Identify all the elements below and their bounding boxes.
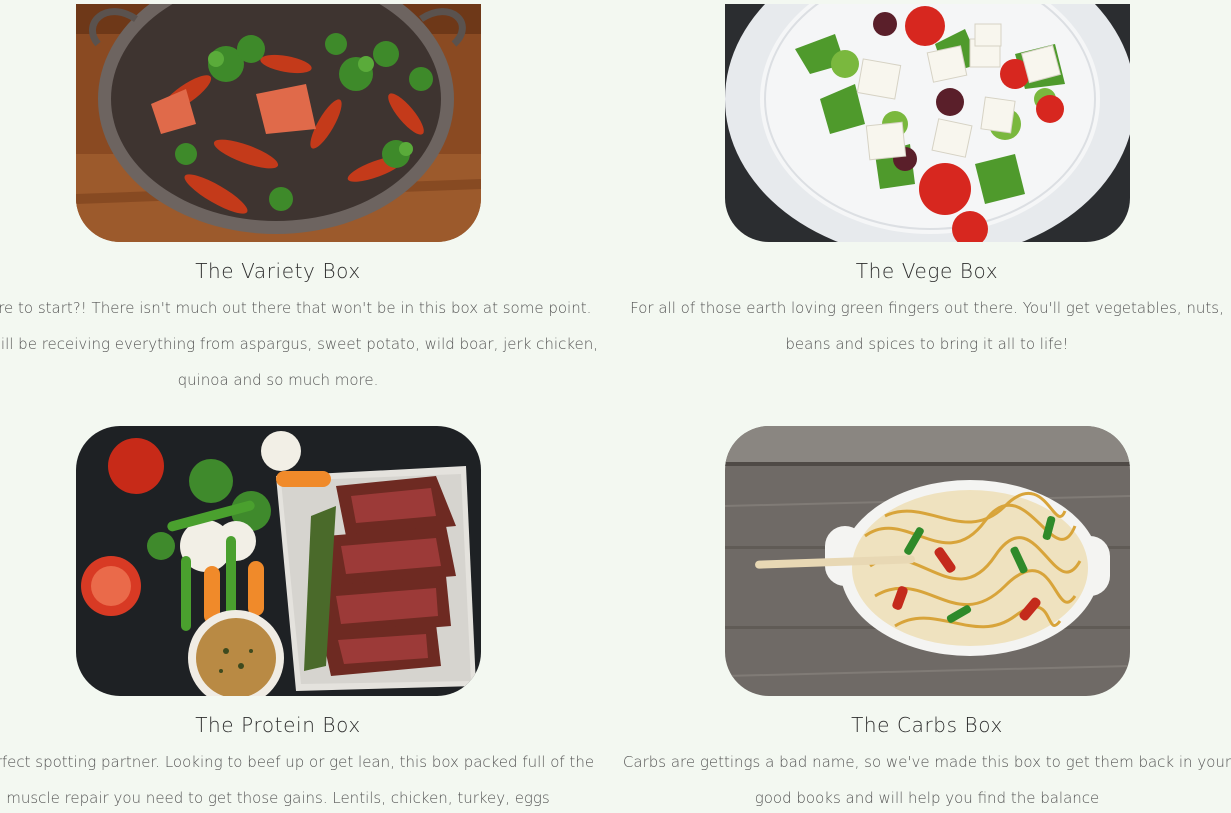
steak-vegetables-photo xyxy=(75,426,481,696)
feta-salad-plate-photo xyxy=(724,4,1130,242)
box-description: For all of those earth loving green fing… xyxy=(630,299,1224,353)
box-description: A perfect spotting partner. Looking to b… xyxy=(0,753,595,807)
box-card-carbs: The Carbs Box Carbs are gettings a bad n… xyxy=(602,426,1231,813)
box-card-variety: The Variety Box Where to start?! There i… xyxy=(0,4,603,398)
wok-chili-stir-fry-photo xyxy=(75,4,481,242)
box-title: The Vege Box xyxy=(855,259,999,283)
box-card-vege: The Vege Box For all of those earth lovi… xyxy=(602,4,1231,362)
box-title: The Variety Box xyxy=(195,259,361,283)
box-description: Carbs are gettings a bad name, so we've … xyxy=(622,753,1231,807)
box-title: The Carbs Box xyxy=(851,713,1003,737)
noodle-dish-photo xyxy=(724,426,1130,696)
box-title: The Protein Box xyxy=(195,713,361,737)
box-grid: The Variety Box Where to start?! There i… xyxy=(0,0,1231,813)
box-card-protein: The Protein Box A perfect spotting partn… xyxy=(0,426,603,813)
box-description: Where to start?! There isn't much out th… xyxy=(0,299,598,389)
